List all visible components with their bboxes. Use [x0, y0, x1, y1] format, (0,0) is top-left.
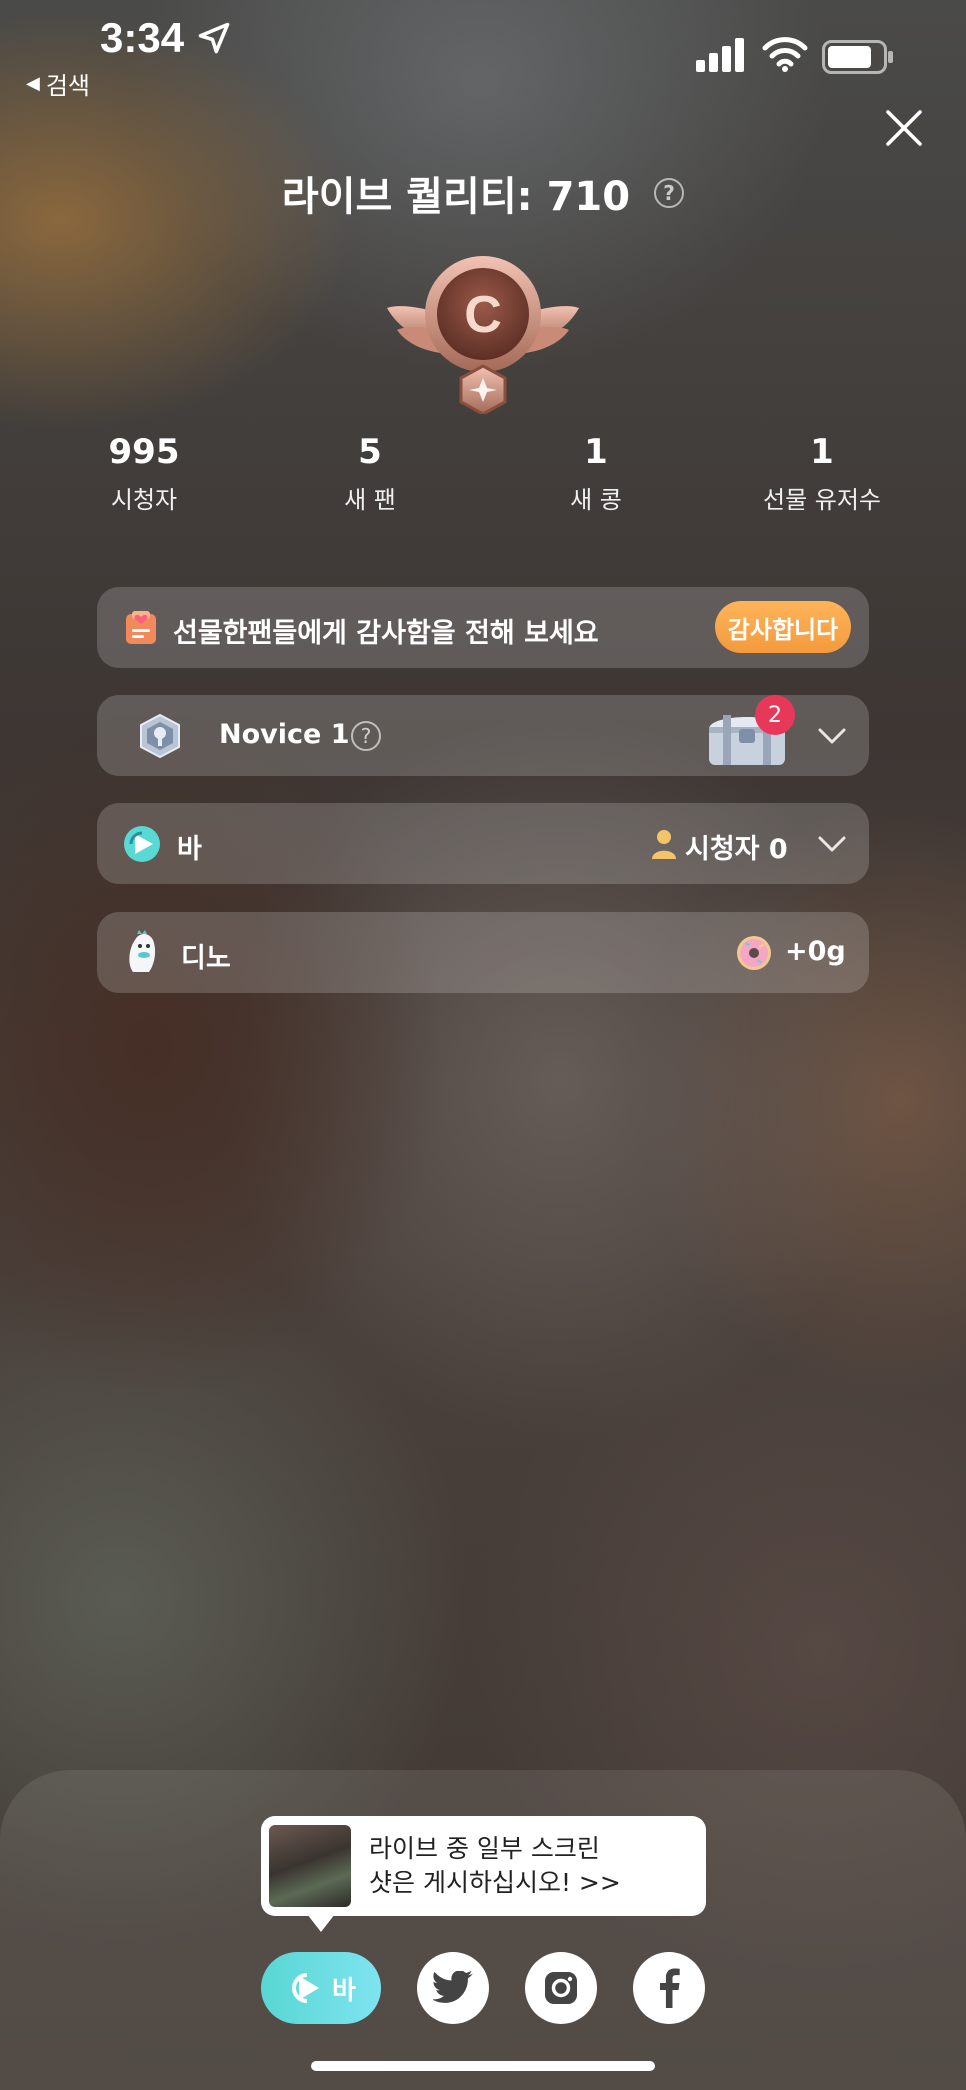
- back-to-search-link[interactable]: ◀ 검색: [26, 66, 90, 101]
- status-time: 3:34: [100, 14, 185, 61]
- novice-hexagon-icon: [140, 713, 180, 759]
- chevron-down-icon[interactable]: [817, 829, 847, 859]
- close-icon[interactable]: [884, 108, 924, 148]
- facebook-icon: [660, 1968, 680, 2008]
- level-help-icon[interactable]: ?: [351, 721, 381, 751]
- fan-level-text: Novice 1: [219, 719, 350, 750]
- stat-value: 995: [108, 432, 180, 472]
- ba-card[interactable]: 바 시청자 0: [97, 803, 869, 884]
- stat-value: 1: [810, 432, 834, 472]
- stats-row: 995 시청자 5 새 팬 1 새 콩 1 선물 유저수: [60, 432, 966, 515]
- tooltip-line-2: 샷은 게시하십시오! >>: [369, 1868, 621, 1897]
- tooltip-text: 라이브 중 일부 스크린 샷은 게시하십시오! >>: [369, 1832, 621, 1900]
- tooltip-line-1: 라이브 중 일부 스크린: [369, 1834, 600, 1863]
- location-arrow-icon: [198, 22, 230, 54]
- live-quality-text: 라이브 퀄리티: 710: [281, 174, 631, 220]
- ba-name: 바: [177, 834, 202, 865]
- instagram-icon: [545, 1972, 577, 2004]
- stat-value: 5: [358, 432, 382, 472]
- home-indicator[interactable]: [311, 2061, 655, 2071]
- stat-value: 1: [584, 432, 608, 472]
- stat-label: 새 팬: [344, 486, 396, 514]
- share-ba-label: 바: [332, 1975, 356, 2006]
- share-instagram-button[interactable]: [525, 1952, 597, 2024]
- ba-viewers: 시청자 0: [685, 834, 788, 865]
- stat-viewers: 995 시청자: [44, 432, 244, 515]
- cellular-signal-icon: [696, 38, 744, 72]
- stat-gift-users: 1 선물 유저수: [722, 432, 922, 515]
- back-triangle-icon: ◀: [26, 73, 40, 94]
- share-tooltip[interactable]: 라이브 중 일부 스크린 샷은 게시하십시오! >>: [261, 1816, 706, 1932]
- thanks-text: 선물한팬들에게 감사함을 전해 보세요: [173, 618, 599, 649]
- thanks-button[interactable]: 감사합니다: [715, 601, 851, 653]
- chest-count-badge: 2: [755, 695, 795, 735]
- wifi-icon: [762, 37, 808, 72]
- stat-new-beans: 1 새 콩: [496, 432, 696, 515]
- ba-logo-icon: [292, 1973, 320, 2003]
- dino-card: 디노 +0g: [97, 912, 869, 993]
- share-twitter-button[interactable]: [417, 1952, 489, 2024]
- stat-new-fans: 5 새 팬: [270, 432, 470, 515]
- twitter-icon: [433, 1971, 473, 2003]
- bronze-rank-badge: C: [387, 256, 579, 414]
- thanks-card: 선물한팬들에게 감사함을 전해 보세요 감사합니다: [97, 587, 869, 668]
- share-facebook-button[interactable]: [633, 1952, 705, 2024]
- dino-mascot-icon: [129, 930, 156, 972]
- stat-label: 선물 유저수: [762, 486, 882, 514]
- back-label: 검색: [45, 72, 91, 100]
- dino-name: 디노: [181, 943, 231, 974]
- rank-letter: C: [464, 286, 502, 344]
- stat-label: 새 콩: [570, 486, 622, 514]
- battery-icon: [822, 40, 893, 74]
- ba-logo-icon: [124, 826, 160, 862]
- person-icon: [652, 830, 676, 859]
- stat-label: 시청자: [110, 486, 178, 514]
- donut-icon: [737, 936, 771, 970]
- fan-level-card[interactable]: Novice 1 ? 2: [97, 695, 869, 776]
- live-quality-title: 라이브 퀄리티: 710 ?: [0, 164, 966, 222]
- clipboard-heart-icon: [126, 611, 156, 644]
- help-icon[interactable]: ?: [654, 178, 685, 208]
- share-ba-button[interactable]: 바: [261, 1952, 381, 2024]
- screenshot-thumbnail: [269, 1825, 351, 1907]
- dino-amount: +0g: [785, 936, 846, 967]
- chevron-down-icon[interactable]: [817, 721, 847, 751]
